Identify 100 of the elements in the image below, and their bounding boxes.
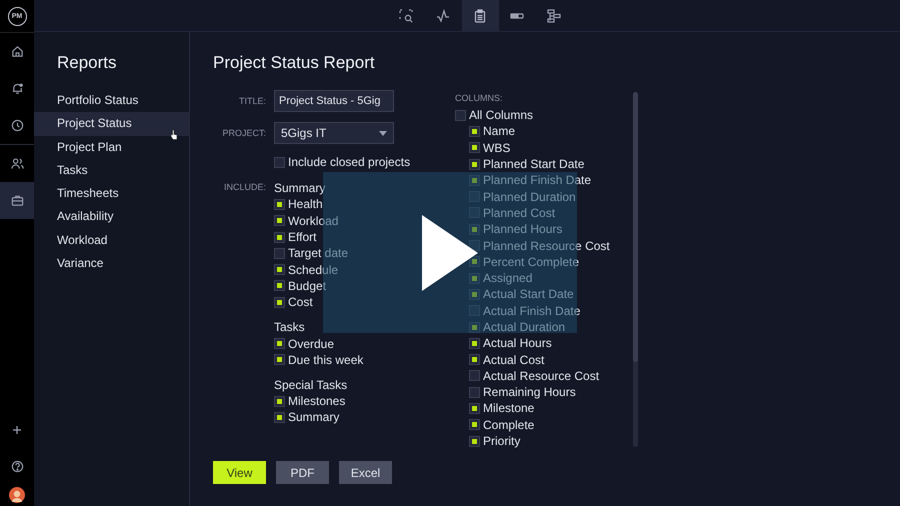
play-icon (422, 214, 478, 290)
checkbox-label: Planned Finish Date (483, 173, 592, 188)
checkbox[interactable] (469, 256, 480, 268)
checkbox[interactable] (274, 354, 285, 366)
sidebar-item[interactable]: Portfolio Status (34, 89, 189, 112)
page-title: Project Status Report (213, 53, 376, 73)
checkbox-label: Priority (483, 434, 520, 448)
checkbox-label: Milestone (483, 401, 534, 416)
checkbox[interactable] (274, 215, 285, 226)
checkbox-label: Summary (288, 410, 340, 424)
sidebar-item[interactable]: Tasks (34, 158, 189, 182)
field-label: INCLUDE: (222, 181, 267, 192)
search-icon (399, 8, 413, 22)
checkbox-label: Percent Complete (483, 254, 580, 269)
avatar-icon[interactable] (9, 487, 25, 503)
sidebar-item[interactable]: Availability (34, 205, 189, 229)
export-button[interactable]: PDF (276, 461, 329, 484)
checkbox-label: Workload (288, 214, 338, 228)
checkbox-label: All Columns (469, 108, 534, 122)
checkbox[interactable] (455, 110, 466, 121)
sidebar-item[interactable]: Project Status (34, 112, 189, 136)
checkbox[interactable] (469, 142, 480, 154)
checkbox[interactable] (274, 396, 285, 407)
checkbox[interactable] (274, 412, 285, 423)
checkbox[interactable] (274, 296, 285, 308)
nav-button[interactable] (0, 182, 34, 219)
checkbox-label: Planned Hours (483, 222, 562, 236)
clipboard-icon (473, 8, 487, 22)
sidebar-item[interactable]: Timesheets (34, 182, 189, 206)
checkbox[interactable] (469, 240, 480, 252)
checkbox[interactable] (469, 322, 480, 332)
checkbox[interactable] (469, 386, 480, 398)
checkbox-label: Effort (288, 230, 316, 244)
view-button[interactable]: View (213, 461, 266, 484)
checkbox[interactable] (469, 272, 480, 284)
checkbox[interactable] (274, 264, 285, 276)
checkbox-label: Planned Start Date (483, 157, 584, 172)
checkbox[interactable] (469, 419, 480, 430)
checkbox[interactable] (274, 198, 285, 210)
checkbox-label: Cost (288, 295, 313, 310)
checkbox-label: Due this week (288, 352, 364, 367)
home-icon (10, 45, 24, 58)
checkbox[interactable] (469, 158, 480, 170)
checkbox[interactable] (469, 126, 480, 137)
checkbox-label: Milestones (288, 394, 346, 408)
export-button[interactable]: Excel (339, 461, 392, 484)
checkbox-label: WBS (483, 140, 510, 155)
checkbox-label: Target date (288, 246, 348, 260)
checkbox[interactable] (274, 232, 285, 243)
plus-icon (12, 424, 22, 434)
help-icon (10, 460, 24, 473)
checkbox-label: Actual Duration (483, 320, 566, 334)
checkbox-label: Name (483, 124, 516, 138)
group-heading: Summary (274, 180, 326, 196)
toolbar-button[interactable] (462, 0, 498, 31)
title-field[interactable]: Project Status - 5Gig (274, 90, 394, 112)
checkbox-label: Actual Hours (483, 336, 552, 350)
field-label: PROJECT: (221, 128, 267, 138)
scrollbar[interactable] (633, 92, 638, 447)
sidebar-title: Reports (57, 53, 118, 73)
checkbox-label: Schedule (288, 262, 338, 277)
briefcase-icon (10, 194, 24, 207)
hand-cursor-icon (170, 129, 178, 140)
hierarchy-icon (547, 8, 561, 22)
people-icon (10, 157, 24, 170)
checkbox-label: Planned Cost (483, 206, 556, 220)
checkbox[interactable] (274, 156, 285, 168)
bell-icon (10, 82, 24, 95)
project-dropdown[interactable]: 5Gigs IT (274, 122, 394, 144)
checkbox[interactable] (469, 174, 480, 186)
sidebar-item[interactable]: Variance (34, 252, 189, 276)
checkbox[interactable] (469, 354, 480, 366)
checkbox[interactable] (274, 280, 285, 292)
pulse-icon (436, 8, 450, 22)
checkbox-label: Assigned (483, 271, 532, 286)
caret-icon (379, 130, 387, 136)
checkbox[interactable] (274, 248, 285, 259)
clock-icon (10, 119, 24, 132)
checkbox-label: Planned Duration (483, 190, 576, 204)
checkbox-label: Complete (483, 418, 534, 432)
checkbox[interactable] (469, 370, 480, 382)
sidebar-item[interactable]: Project Plan (34, 136, 189, 159)
checkbox-label: Budget (288, 278, 326, 293)
checkbox-label: Actual Cost (483, 352, 544, 367)
checkbox[interactable] (469, 288, 480, 300)
checkbox[interactable] (469, 338, 480, 349)
columns-label: COLUMNS: (455, 93, 504, 105)
field-label: TITLE: (238, 96, 267, 106)
checkbox-label: Remaining Hours (483, 385, 576, 400)
sidebar-item[interactable]: Workload (34, 228, 189, 252)
checkbox-label: Planned Resource Cost (483, 238, 610, 253)
checkbox[interactable] (469, 436, 480, 447)
checkbox[interactable] (274, 338, 285, 350)
checkbox-label: Actual Resource Cost (483, 368, 600, 383)
checkbox-label: Actual Start Date (483, 287, 574, 302)
group-heading: Tasks (274, 319, 306, 336)
checkbox-label: Health (288, 197, 323, 212)
checkbox-label: Actual Finish Date (483, 304, 580, 318)
checkbox[interactable] (469, 402, 480, 414)
checkbox[interactable] (469, 224, 480, 235)
